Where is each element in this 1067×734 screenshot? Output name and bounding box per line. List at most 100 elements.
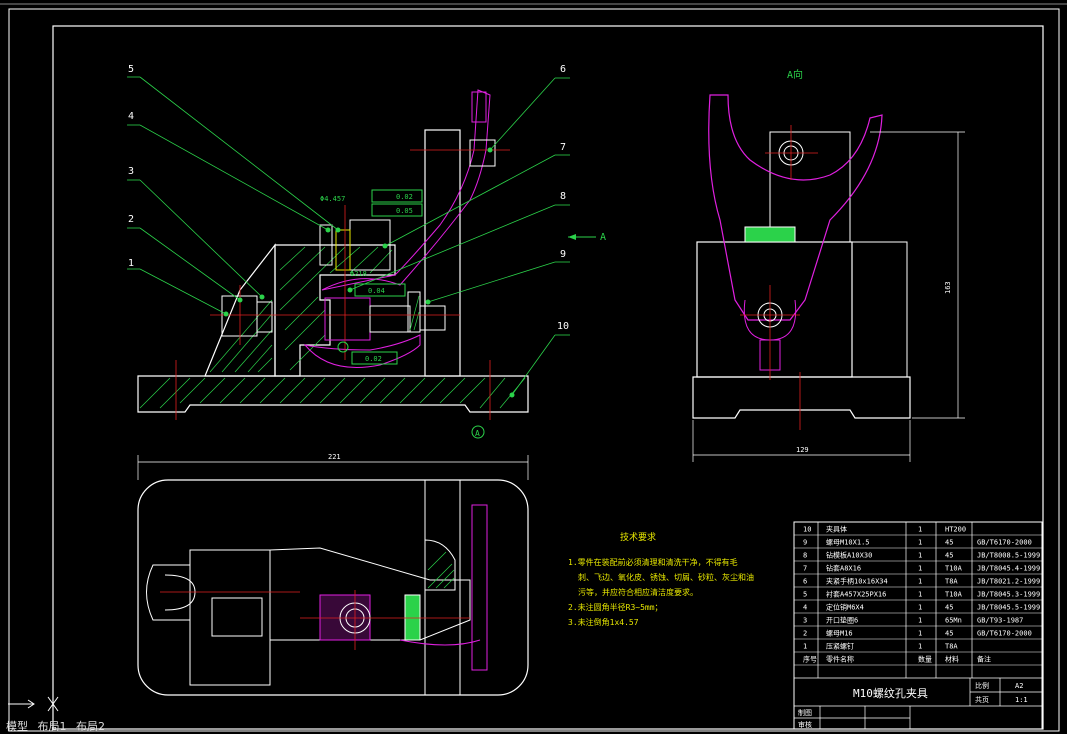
parts-cell-qty: 1: [918, 643, 922, 651]
cad-drawing-canvas[interactable]: A A 0.02 0.05 0.04 0.02 Φ4.457 Φ218 1 2 …: [0, 0, 1067, 734]
balloon-leaders: [127, 76, 570, 396]
parts-cell-no: 10: [803, 526, 811, 534]
balloon-6: 6: [560, 64, 566, 75]
parts-cell-no: 4: [803, 604, 807, 612]
parts-cell-no: 3: [803, 617, 807, 625]
tech-line-4: 2.未注圆角半径R3~5mm；: [568, 602, 663, 612]
drawing-title: M10螺纹孔夹具: [853, 686, 928, 700]
parts-cell-name: 零件名称: [826, 655, 854, 664]
tech-line-2: 刺、飞边、氧化皮、锈蚀、切屑、砂粒、灰尘和油: [578, 572, 754, 582]
tol-2-value: 0.05: [396, 207, 413, 215]
parts-cell-qty: 数量: [918, 655, 932, 664]
tech-line-1: 1.零件在装配前必须清理和清洗干净，不得有毛: [568, 557, 738, 567]
parts-cell-std: JB/T8045.3-1999: [977, 591, 1040, 599]
drawn-label: 制图: [798, 708, 812, 717]
balloon-3: 3: [128, 166, 134, 177]
parts-cell-std: GB/T6170-2000: [977, 630, 1032, 638]
parts-cell-no: 7: [803, 565, 807, 573]
parts-cell-qty: 1: [918, 578, 922, 586]
scale-value: A2: [1015, 682, 1023, 690]
parts-cell-std: JB/T8045.4-1999: [977, 565, 1040, 573]
parts-cell-mat: T8A: [945, 578, 958, 586]
scale-label: 比例: [975, 681, 989, 690]
tech-line-5: 3.未注倒角1x4.57: [568, 617, 639, 627]
tab-model[interactable]: 模型: [6, 720, 28, 733]
height-dim: 163: [944, 281, 952, 294]
balloon-2: 2: [128, 214, 134, 225]
parts-cell-mat: T8A: [945, 643, 958, 651]
top-view: 221: [137, 453, 529, 696]
parts-cell-mat: 45: [945, 539, 953, 547]
parts-cell-name: 螺母M10X1.5: [826, 538, 870, 547]
tol-4-value: 0.02: [365, 355, 382, 363]
parts-cell-name: 压紧螺钉: [826, 642, 854, 651]
parts-cell-name: 螺母M16: [826, 629, 853, 638]
parts-cell-std: 备注: [977, 655, 991, 664]
parts-cell-name: 衬套A457X25PX16: [826, 590, 886, 599]
parts-cell-no: 6: [803, 578, 807, 586]
ucs-icon: [8, 696, 59, 712]
parts-cell-mat: HT200: [945, 526, 966, 534]
balloon-9: 9: [560, 249, 566, 260]
layout-tabs: 模型 布局1 布局2: [0, 718, 200, 734]
sheet-border: [8, 8, 1060, 732]
parts-cell-no: 9: [803, 539, 807, 547]
tol-1-value: 0.02: [396, 193, 413, 201]
parts-cell-name: 钻模板A10X30: [826, 551, 872, 560]
tab-layout1[interactable]: 布局1: [38, 720, 67, 733]
parts-cell-mat: T10A: [945, 591, 963, 599]
parts-cell-qty: 1: [918, 617, 922, 625]
hole-dia-dim: Φ218: [350, 270, 367, 278]
sheet-label: 共页: [975, 695, 989, 704]
balloon-4: 4: [128, 111, 134, 122]
parts-cell-qty: 1: [918, 539, 922, 547]
parts-cell-std: GB/T93-1987: [977, 617, 1023, 625]
checked-label: 审核: [798, 720, 812, 729]
parts-table: 10 夹具体 1 HT2009 螺母M10X1.5 1 45 GB/T6170-20008 钻模…: [793, 521, 1043, 730]
parts-cell-qty: 1: [918, 552, 922, 560]
section-arrow-label: A: [600, 232, 606, 243]
parts-cell-qty: 1: [918, 565, 922, 573]
parts-cell-no: 8: [803, 552, 807, 560]
parts-cell-qty: 1: [918, 630, 922, 638]
balloon-1: 1: [128, 258, 134, 269]
parts-cell-no: 2: [803, 630, 807, 638]
parts-cell-no: 序号: [803, 655, 817, 664]
parts-cell-std: GB/T6170-2000: [977, 539, 1032, 547]
parts-cell-qty: 1: [918, 604, 922, 612]
parts-cell-mat: 45: [945, 552, 953, 560]
tech-heading: 技术要求: [620, 531, 656, 543]
sheet-value: 1:1: [1015, 696, 1028, 704]
front-view: A A 0.02 0.05 0.04 0.02 Φ4.457 Φ218: [137, 89, 606, 439]
parts-cell-no: 5: [803, 591, 807, 599]
length-dim: 221: [328, 453, 341, 461]
tech-requirements: 技术要求 1.零件在装配前必须清理和清洗干净，不得有毛 刺、飞边、氧化皮、锈蚀、…: [568, 531, 754, 627]
view-label: A向: [787, 68, 803, 81]
parts-cell-qty: 1: [918, 591, 922, 599]
balloon-7: 7: [560, 142, 566, 153]
parts-cell-std: JB/T8021.2-1999: [977, 578, 1040, 586]
tab-layout2[interactable]: 布局2: [76, 720, 105, 733]
parts-cell-mat: 材料: [945, 655, 959, 664]
side-view: A向 129 163: [692, 68, 965, 462]
parts-cell-mat: 65Mn: [945, 617, 962, 625]
width-dim: 129: [796, 446, 809, 454]
balloon-8: 8: [560, 191, 566, 202]
parts-cell-no: 1: [803, 643, 807, 651]
parts-cell-name: 夹紧手柄10x16X34: [826, 577, 888, 586]
balloon-10: 10: [557, 321, 569, 332]
datum-a-text: A: [475, 429, 480, 438]
parts-cell-std: JB/T8008.5-1999: [977, 552, 1040, 560]
parts-cell-mat: 45: [945, 604, 953, 612]
tech-line-3: 污等，并应符合相应清洁度要求。: [578, 587, 698, 597]
tol-3-value: 0.04: [368, 287, 385, 295]
parts-cell-mat: T10A: [945, 565, 963, 573]
parts-cell-name: 钻套A8X16: [826, 564, 861, 573]
parts-cell-qty: 1: [918, 526, 922, 534]
pos-dia-dim: Φ4.457: [320, 195, 345, 203]
parts-cell-name: 开口垫圈6: [826, 616, 858, 625]
balloon-5: 5: [128, 64, 134, 75]
parts-cell-mat: 45: [945, 630, 953, 638]
parts-cell-std: JB/T8045.5-1999: [977, 604, 1040, 612]
parts-cell-name: 夹具体: [826, 525, 847, 534]
